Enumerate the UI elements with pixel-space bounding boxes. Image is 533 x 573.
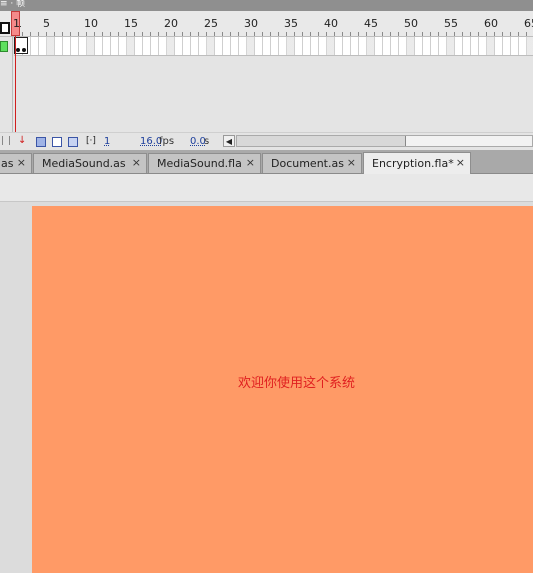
ruler-number: 65: [524, 17, 533, 30]
panel-divider-icon: [2, 136, 10, 145]
document-tab-bar: as × MediaSound.as × MediaSound.fla × Do…: [0, 150, 533, 174]
close-icon[interactable]: ×: [132, 156, 141, 169]
keyframe-dot: [16, 48, 20, 52]
edit-bar: [0, 174, 533, 202]
tab-as[interactable]: as ×: [0, 153, 32, 173]
stage-canvas[interactable]: 欢迎你使用这个系统: [32, 206, 533, 573]
tab-document-as[interactable]: Document.as ×: [262, 153, 362, 173]
tab-mediasound-fla[interactable]: MediaSound.fla ×: [148, 153, 261, 173]
outline-toggle-icon[interactable]: [0, 22, 10, 34]
close-icon[interactable]: ×: [347, 156, 356, 169]
frame-ruler[interactable]: 1 5 10 15 20 25 30 35 40 45 50 55 60 65: [0, 11, 533, 37]
keyframe[interactable]: [14, 37, 28, 54]
ruler-number: 15: [124, 17, 138, 30]
close-icon[interactable]: ×: [456, 156, 465, 169]
fps-unit: fps: [159, 136, 175, 147]
ruler-number: 45: [364, 17, 378, 30]
playhead-frame-label: 1: [13, 17, 20, 30]
ruler-number: 50: [404, 17, 418, 30]
scroll-left-arrow-icon[interactable]: ◀: [223, 135, 235, 147]
close-icon[interactable]: ×: [17, 156, 26, 169]
current-frame-value[interactable]: 1: [104, 136, 110, 147]
playhead-marker-icon[interactable]: ↓: [18, 135, 26, 146]
layer-row[interactable]: [0, 37, 533, 56]
tab-label: as: [1, 157, 14, 170]
ruler-number: 25: [204, 17, 218, 30]
timeline-header-title: ≡ · 帧: [0, 0, 26, 9]
ruler-number: 5: [43, 17, 50, 30]
time-unit: s: [204, 136, 210, 147]
edit-multiple-frames-icon[interactable]: [68, 137, 78, 147]
timeline-header: ≡ · 帧: [0, 0, 533, 11]
ruler-number: 60: [484, 17, 498, 30]
tab-label: Document.as: [271, 157, 344, 170]
tab-label: Encryption.fla*: [372, 157, 454, 170]
tab-mediasound-as[interactable]: MediaSound.as ×: [33, 153, 147, 173]
ruler-number: 30: [244, 17, 258, 30]
ruler-number: 20: [164, 17, 178, 30]
onion-outline-icon[interactable]: [52, 137, 62, 147]
onion-skin-icon[interactable]: [36, 137, 46, 147]
ruler-number: 10: [84, 17, 98, 30]
scrollbar-thumb[interactable]: [237, 136, 406, 146]
keyframe-dot: [22, 48, 26, 52]
layer-divider: [12, 36, 13, 132]
stage-welcome-text[interactable]: 欢迎你使用这个系统: [238, 372, 355, 391]
tab-label: MediaSound.as: [42, 157, 126, 170]
modify-markers-icon[interactable]: [·]: [86, 136, 96, 146]
tab-encryption-fla[interactable]: Encryption.fla* ×: [363, 152, 471, 174]
close-icon[interactable]: ×: [246, 156, 255, 169]
timeline-panel: ≡ · 帧 1 5 10 15 20 25 30 35 40 45 50 55 …: [0, 0, 533, 150]
ruler-ticks: [14, 32, 533, 36]
playhead-line: [15, 36, 16, 146]
ruler-number: 55: [444, 17, 458, 30]
ruler-number: 35: [284, 17, 298, 30]
tab-label: MediaSound.fla: [157, 157, 242, 170]
layer-color-icon[interactable]: [0, 41, 8, 52]
horizontal-scrollbar[interactable]: [236, 135, 533, 147]
ruler-number: 40: [324, 17, 338, 30]
frame-cells-shading: [14, 37, 533, 55]
timeline-status-bar: ↓ [·] 1 16.0 fps 0.0 s ◀: [0, 132, 533, 150]
